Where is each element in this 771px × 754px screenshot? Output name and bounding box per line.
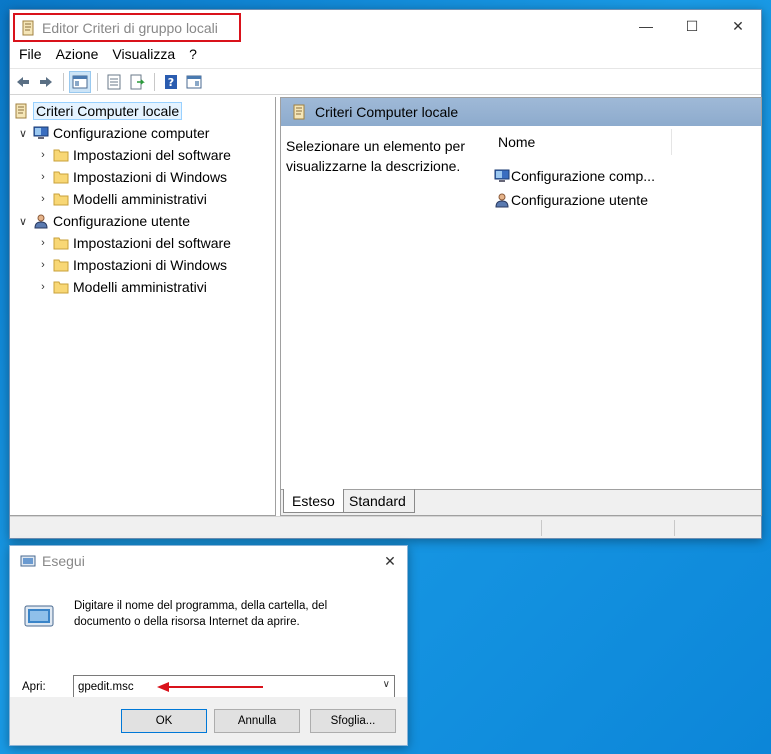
- status-separator: [674, 520, 675, 536]
- chevron-right-icon[interactable]: ›: [36, 259, 50, 271]
- open-label: Apri:: [22, 681, 46, 693]
- status-bar: [10, 516, 761, 538]
- run-footer: OK Annulla Sfoglia...: [10, 697, 407, 745]
- chevron-right-icon[interactable]: ›: [36, 171, 50, 183]
- column-header-nome[interactable]: Nome: [486, 129, 672, 155]
- tree-pane: Criteri Computer locale ∨ Configurazione…: [10, 97, 276, 516]
- menu-help[interactable]: ?: [182, 46, 204, 62]
- chevron-down-icon[interactable]: ∨: [383, 679, 390, 690]
- close-button[interactable]: ✕: [373, 546, 407, 576]
- svg-text:?: ?: [168, 76, 174, 89]
- forward-arrow-icon[interactable]: [35, 71, 57, 93]
- tree-item-label: Criteri Computer locale: [33, 102, 183, 120]
- tree-item-computer-software[interactable]: › Impostazioni del software: [36, 144, 231, 166]
- menu-bar: File Azione Visualizza ?: [10, 43, 761, 65]
- chevron-right-icon[interactable]: ›: [36, 193, 50, 205]
- tree-item-user-windows[interactable]: › Impostazioni di Windows: [36, 254, 227, 276]
- tree-item-computer-windows[interactable]: › Impostazioni di Windows: [36, 166, 227, 188]
- tree-item-label: Impostazioni del software: [73, 147, 231, 163]
- title-highlight-box: Editor Criteri di gruppo locali: [13, 13, 241, 42]
- tree-item-label: Impostazioni di Windows: [73, 257, 228, 273]
- red-arrow-annotation: [157, 682, 263, 692]
- chevron-down-icon[interactable]: ∨: [16, 215, 30, 228]
- back-arrow-icon[interactable]: [12, 71, 34, 93]
- tree-item-label: Modelli amministrativi: [73, 279, 207, 295]
- tree-item-user-admin[interactable]: › Modelli amministrativi: [36, 276, 207, 298]
- export-list-icon[interactable]: [126, 71, 148, 93]
- maximize-button[interactable]: ☐: [669, 10, 715, 42]
- details-list: Nome Configurazione comp... Configurazio…: [486, 126, 761, 489]
- window-title: Editor Criteri di gruppo locali: [42, 19, 218, 36]
- chevron-down-icon[interactable]: ∨: [16, 127, 30, 140]
- cancel-button[interactable]: Annulla: [214, 709, 300, 733]
- user-icon: [33, 213, 49, 229]
- show-hide-tree-icon[interactable]: [69, 70, 91, 93]
- status-separator: [541, 520, 542, 536]
- tab-standard[interactable]: Standard: [341, 489, 415, 513]
- folder-icon: [53, 235, 69, 251]
- tree-item-label: Modelli amministrativi: [73, 191, 207, 207]
- chevron-right-icon[interactable]: ›: [36, 149, 50, 161]
- run-title: Esegui: [42, 553, 85, 569]
- details-header-title: Criteri Computer locale: [315, 104, 459, 120]
- browse-button[interactable]: Sfoglia...: [310, 709, 396, 733]
- menu-azione[interactable]: Azione: [49, 46, 106, 62]
- details-pane: Criteri Computer locale Selezionare un e…: [280, 97, 762, 516]
- extended-view-icon[interactable]: [183, 71, 205, 93]
- tree-item-label: Configurazione computer: [53, 125, 210, 141]
- list-item-computer-config[interactable]: Configurazione comp...: [494, 165, 655, 187]
- folder-icon: [53, 279, 69, 295]
- folder-icon: [53, 191, 69, 207]
- help-icon[interactable]: ?: [160, 71, 182, 93]
- folder-icon: [53, 257, 69, 273]
- computer-icon: [33, 125, 49, 141]
- policy-scroll-icon: [291, 104, 307, 120]
- run-body: Digitare il nome del programma, della ca…: [10, 576, 407, 698]
- tree-item-user-software[interactable]: › Impostazioni del software: [36, 232, 231, 254]
- run-dialog: Esegui ✕ Digitare il nome del programma,…: [9, 545, 408, 746]
- folder-icon: [53, 169, 69, 185]
- toolbar-separator: [97, 72, 98, 91]
- tree-item-computer-config[interactable]: ∨ Configurazione computer: [16, 122, 209, 144]
- menu-visualizza[interactable]: Visualizza: [105, 46, 182, 62]
- toolbar: ?: [10, 68, 761, 95]
- run-program-icon: [23, 600, 55, 632]
- policy-scroll-icon: [20, 20, 36, 36]
- computer-icon: [494, 168, 510, 184]
- tab-esteso[interactable]: Esteso: [283, 489, 344, 513]
- chevron-right-icon[interactable]: ›: [36, 281, 50, 293]
- list-item-label: Configurazione comp...: [511, 168, 655, 184]
- gpedit-window: Editor Criteri di gruppo locali — ☐ ✕ Fi…: [9, 9, 762, 539]
- properties-icon[interactable]: [103, 71, 125, 93]
- tree-item-computer-admin[interactable]: › Modelli amministrativi: [36, 188, 207, 210]
- list-item-label: Configurazione utente: [511, 192, 648, 208]
- open-value[interactable]: gpedit.msc: [78, 681, 134, 693]
- run-description: Digitare il nome del programma, della ca…: [74, 600, 328, 628]
- minimize-button[interactable]: —: [623, 10, 669, 42]
- list-item-user-config[interactable]: Configurazione utente: [494, 189, 648, 211]
- details-header: Criteri Computer locale: [281, 98, 761, 126]
- toolbar-separator: [63, 72, 64, 91]
- user-icon: [494, 192, 510, 208]
- ok-button[interactable]: OK: [121, 709, 207, 733]
- view-tabs: Esteso Standard: [281, 489, 761, 515]
- toolbar-separator: [154, 72, 155, 91]
- tree-item-user-config[interactable]: ∨ Configurazione utente: [16, 210, 190, 232]
- menu-file[interactable]: File: [12, 46, 49, 62]
- close-button[interactable]: ✕: [715, 10, 761, 42]
- gpedit-titlebar[interactable]: Editor Criteri di gruppo locali — ☐ ✕: [10, 10, 761, 42]
- tree-item-label: Configurazione utente: [53, 213, 190, 229]
- tree-item-label: Impostazioni del software: [73, 235, 231, 251]
- folder-icon: [53, 147, 69, 163]
- run-icon: [20, 553, 36, 569]
- description-text: Selezionare un elemento per visualizzarn…: [286, 138, 466, 174]
- run-titlebar[interactable]: Esegui ✕: [10, 546, 407, 576]
- tree-item-label: Impostazioni di Windows: [73, 169, 228, 185]
- chevron-right-icon[interactable]: ›: [36, 237, 50, 249]
- tree-item-root[interactable]: Criteri Computer locale: [13, 100, 183, 122]
- policy-scroll-icon: [13, 103, 29, 119]
